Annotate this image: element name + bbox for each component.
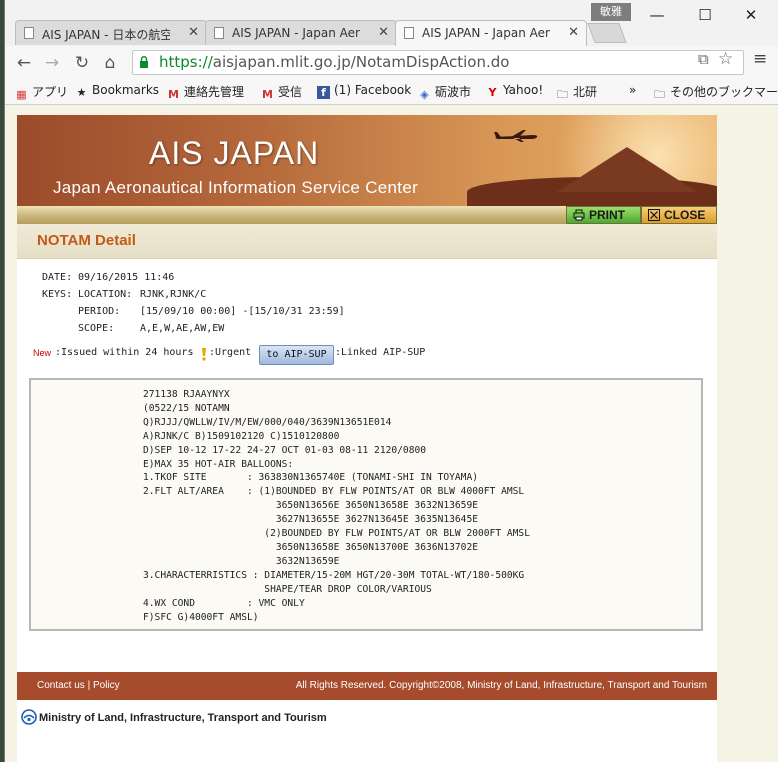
url-scheme: https:// — [159, 53, 213, 71]
bookmarks-overflow[interactable]: » — [629, 83, 636, 97]
bookmark-tonami[interactable]: ◈ 砺波市 — [418, 83, 471, 101]
date-label: DATE: — [42, 272, 73, 283]
back-icon[interactable]: ← — [13, 52, 35, 74]
close-label: CLOSE — [664, 208, 706, 222]
close-icon[interactable]: ✕ — [568, 25, 579, 40]
navigation-toolbar: ← → ↻ ⌂ https://aisjapan.mlit.go.jp/Nota… — [5, 46, 778, 78]
address-bar[interactable]: https://aisjapan.mlit.go.jp/NotamDispAct… — [132, 50, 744, 75]
gmail-icon: M — [168, 88, 179, 101]
section-title: NOTAM Detail — [37, 232, 136, 249]
home-icon[interactable]: ⌂ — [99, 52, 121, 74]
section-header: NOTAM Detail — [17, 224, 717, 259]
new-tag: New — [33, 348, 52, 358]
page-icon — [24, 27, 34, 39]
new-legend-text: :Issued within 24 hours — [55, 347, 194, 358]
close-box-icon — [648, 209, 660, 221]
bookmark-inbox[interactable]: M 受信 — [261, 83, 302, 101]
bookmark-facebook[interactable]: f (1) Facebook — [317, 83, 411, 99]
bookmark-contacts[interactable]: M 連絡先管理 — [167, 83, 244, 101]
bookmark-bookmarks[interactable]: ★ Bookmarks — [75, 83, 159, 99]
title-bar: AIS JAPAN - 日本の航空情 ✕ AIS JAPAN - Japan A… — [5, 0, 778, 46]
tab-title: AIS JAPAN - Japan Aeronau — [232, 26, 360, 40]
tab-1[interactable]: AIS JAPAN - 日本の航空情 ✕ — [15, 20, 207, 45]
aip-sup-button[interactable]: to AIP-SUP — [259, 345, 334, 365]
page-icon — [214, 27, 224, 39]
tab-title: AIS JAPAN - 日本の航空情 — [42, 28, 170, 42]
ministry-name: Ministry of Land, Infrastructure, Transp… — [39, 712, 327, 724]
page-footer: Contact us | Policy All Rights Reserved.… — [17, 672, 717, 700]
urgent-icon — [202, 348, 206, 361]
bookmark-apps[interactable]: ▦ アプリ — [15, 83, 68, 101]
translate-icon[interactable]: ⧉ — [698, 50, 709, 68]
copyright-text: All Rights Reserved. Copyright©2008, Min… — [295, 680, 707, 691]
site-brand: AIS JAPAN — [149, 135, 320, 171]
close-icon[interactable]: ✕ — [378, 25, 389, 40]
site-banner: AIS JAPAN Japan Aeronautical Information… — [17, 115, 717, 206]
url-path: /NotamDispAction.do — [350, 53, 510, 71]
minimize-icon[interactable]: — — [637, 4, 677, 26]
urgent-legend-text: :Urgent — [209, 347, 252, 358]
period-value: [15/09/10 00:00] -[15/10/31 23:59] — [140, 306, 345, 317]
bookmark-folder-hokken[interactable]: 🗀 北研 — [556, 83, 597, 101]
lock-icon — [140, 56, 148, 68]
star-icon[interactable]: ☆ — [718, 49, 733, 69]
scope-value: A,E,W,AE,AW,EW — [140, 323, 225, 334]
new-tab-button[interactable] — [587, 23, 627, 43]
notam-text: 271138 RJAAYNYX (0522/15 NOTAMN Q)RJJJ/Q… — [143, 389, 530, 623]
bookmark-yahoo[interactable]: Y Yahoo! — [486, 83, 544, 99]
policy-link[interactable]: Policy — [93, 680, 120, 691]
browser-window: AIS JAPAN - 日本の航空情 ✕ AIS JAPAN - Japan A… — [4, 0, 778, 762]
close-icon[interactable]: ✕ — [188, 25, 199, 40]
airplane-icon — [494, 130, 538, 142]
star-icon: ★ — [76, 86, 87, 99]
contact-link[interactable]: Contact us — [37, 680, 85, 691]
location-label: LOCATION: — [78, 289, 133, 300]
window-close-icon[interactable]: ✕ — [731, 4, 771, 26]
mount-fuji-silhouette — [557, 147, 697, 192]
close-button[interactable]: CLOSE — [641, 206, 717, 224]
printer-icon — [573, 209, 585, 221]
maximize-icon[interactable]: ☐ — [685, 4, 725, 26]
notam-text-box: 271138 RJAAYNYX (0522/15 NOTAMN Q)RJJJ/Q… — [29, 378, 703, 631]
scope-label: SCOPE: — [78, 323, 115, 334]
date-value: 09/16/2015 11:46 — [78, 272, 175, 283]
folder-icon: 🗀 — [654, 88, 665, 101]
location-value: RJNK,RJNK/C — [140, 289, 207, 300]
page-icon — [404, 27, 414, 39]
cube-icon: ◈ — [420, 88, 429, 101]
period-label: PERIOD: — [78, 306, 121, 317]
print-label: PRINT — [589, 208, 625, 222]
footer-links: Contact us | Policy — [37, 680, 120, 691]
print-button[interactable]: PRINT — [566, 206, 641, 224]
reload-icon[interactable]: ↻ — [71, 52, 93, 74]
menu-icon[interactable]: ≡ — [753, 49, 767, 69]
tab-2[interactable]: AIS JAPAN - Japan Aeronau ✕ — [205, 20, 397, 45]
bookmark-folder-other[interactable]: 🗀その他のブックマーク — [653, 83, 778, 101]
profile-badge[interactable]: 敏雅 — [591, 3, 631, 21]
apps-grid-icon: ▦ — [16, 88, 27, 101]
page-viewport: AIS JAPAN Japan Aeronautical Information… — [5, 105, 778, 762]
legend: New :Issued within 24 hours :Urgent to A… — [33, 345, 633, 367]
ministry-logo-block[interactable]: Ministry of Land, Infrastructure, Transp… — [17, 704, 333, 736]
tab-title: AIS JAPAN - Japan Aeronau — [422, 26, 550, 40]
url-host: aisjapan.mlit.go.jp — [212, 53, 351, 71]
yahoo-icon: Y — [488, 86, 497, 99]
tab-3-active[interactable]: AIS JAPAN - Japan Aeronau ✕ — [395, 20, 587, 46]
keys-label: KEYS: — [42, 289, 73, 300]
site-subtitle: Japan Aeronautical Information Service C… — [53, 178, 419, 197]
forward-icon[interactable]: → — [41, 52, 63, 74]
folder-icon: 🗀 — [557, 88, 568, 101]
ministry-logo-icon — [21, 709, 37, 725]
notam-page: AIS JAPAN Japan Aeronautical Information… — [17, 115, 717, 762]
footer-separator: | — [87, 680, 91, 691]
gmail-icon: M — [262, 88, 273, 101]
facebook-icon: f — [317, 86, 330, 99]
bookmarks-bar: ▦ アプリ ★ Bookmarks M 連絡先管理 M 受信 f (1) Facebook… — [5, 78, 778, 105]
aip-legend-text: :Linked AIP-SUP — [335, 347, 426, 358]
